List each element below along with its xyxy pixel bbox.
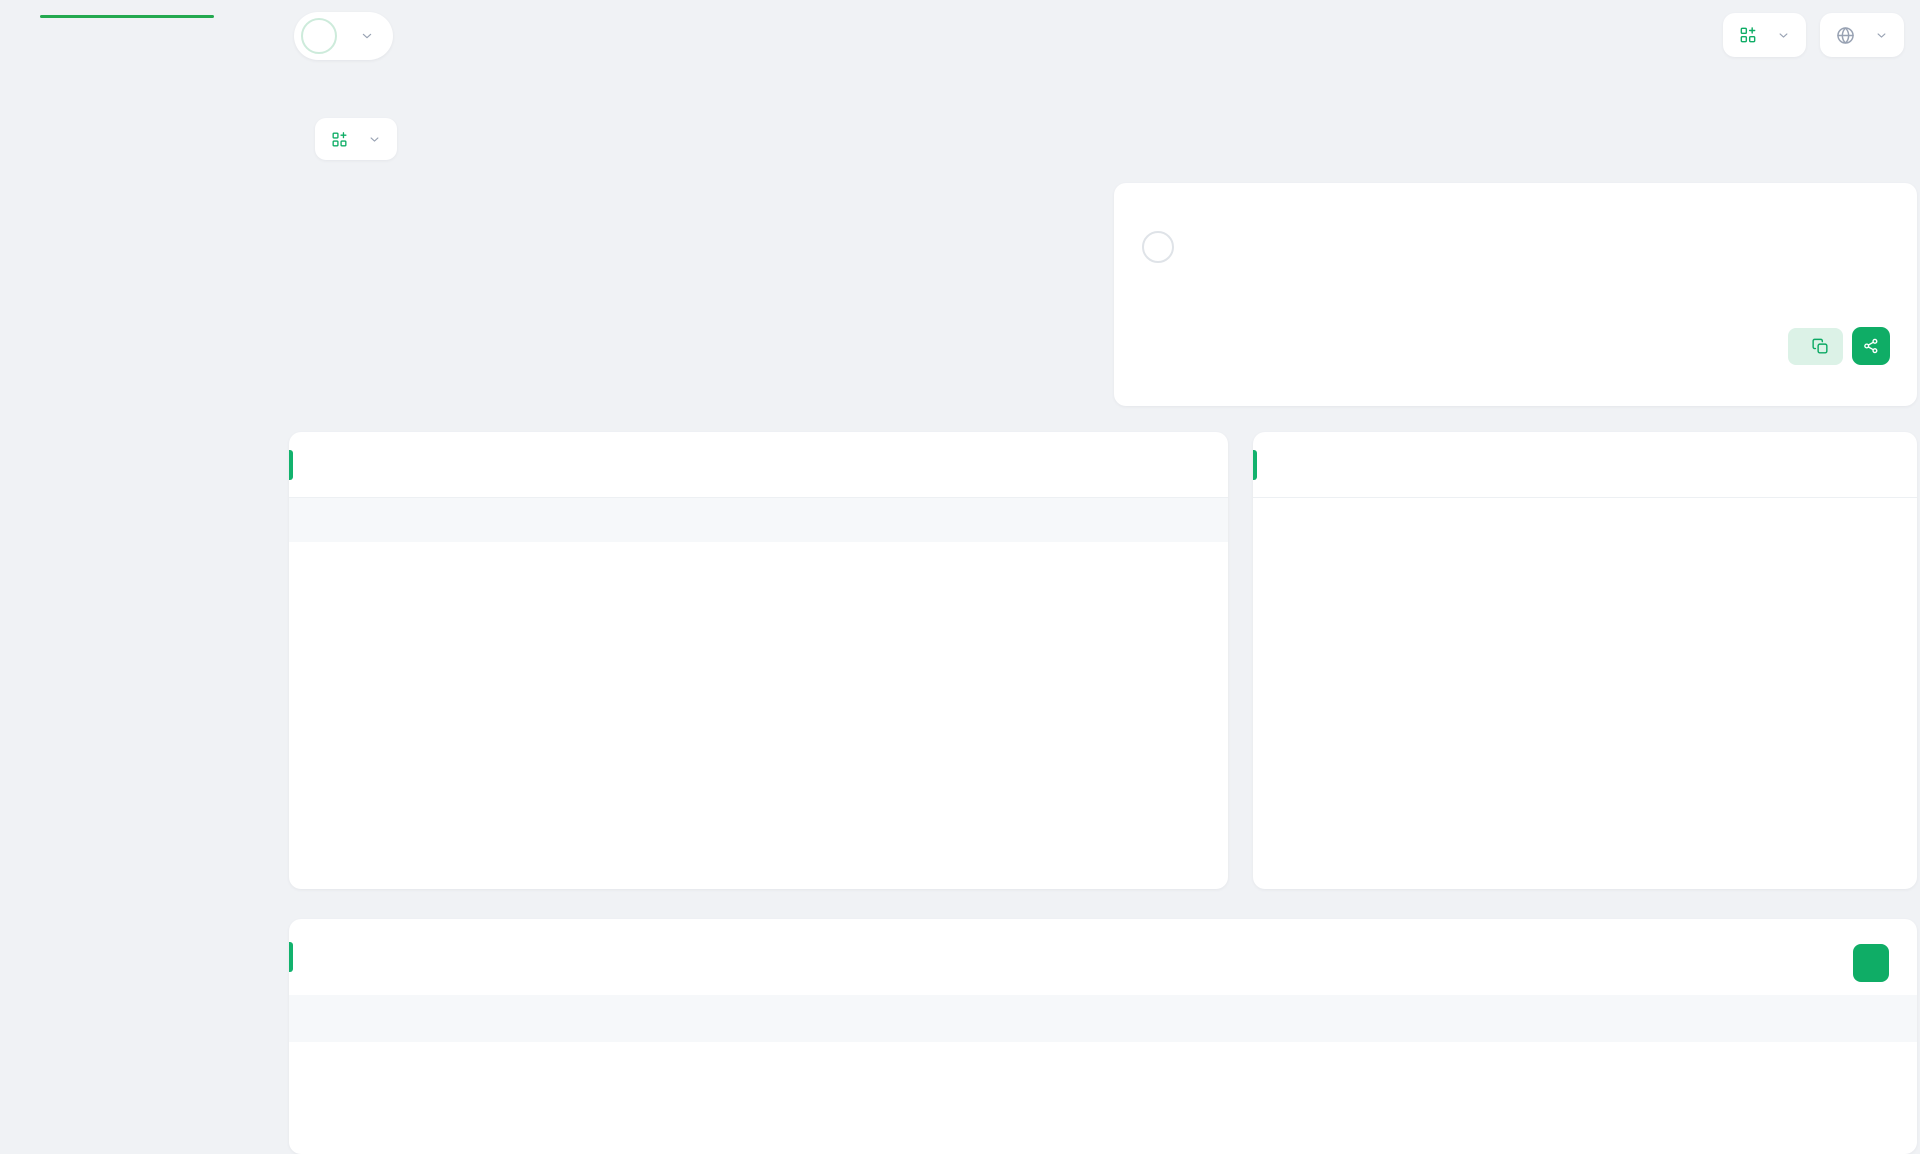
business-filter-page[interactable]	[315, 118, 397, 160]
latest-appointment-card	[289, 919, 1917, 1154]
brand-logo[interactable]	[40, 10, 220, 18]
latest-service-title	[289, 432, 1228, 498]
topbar-controls	[1723, 13, 1904, 57]
business-filter-topbar[interactable]	[1723, 13, 1806, 57]
latest-appointment-title	[289, 919, 1917, 995]
chevron-down-icon	[359, 28, 375, 44]
page-head	[289, 118, 397, 160]
latest-service-header	[289, 498, 1228, 542]
recent-appointment-title	[1253, 432, 1917, 498]
workspace-switcher[interactable]	[294, 12, 393, 60]
user-avatar	[1142, 231, 1174, 263]
chevron-down-icon	[1776, 28, 1791, 43]
chevron-down-icon	[1874, 28, 1889, 43]
recent-appointment-card	[1253, 432, 1917, 889]
workspace-avatar	[301, 18, 337, 54]
view-all-button[interactable]	[1853, 944, 1889, 982]
latest-appointment-header	[289, 995, 1917, 1042]
greeting-card	[1114, 183, 1917, 406]
chevron-down-icon	[367, 132, 382, 147]
share-icon	[1862, 337, 1880, 355]
globe-icon	[1835, 25, 1856, 46]
business-link-button[interactable]	[1788, 328, 1843, 365]
grid-plus-icon	[330, 130, 349, 149]
language-selector[interactable]	[1820, 13, 1904, 57]
logo-underline	[40, 15, 214, 18]
copy-icon	[1811, 337, 1830, 356]
latest-service-card	[289, 432, 1228, 889]
share-button[interactable]	[1852, 327, 1890, 365]
business-qr-code	[1764, 211, 1866, 313]
bookinggo-dashboard	[0, 0, 1920, 1080]
grid-plus-icon	[1738, 25, 1758, 45]
